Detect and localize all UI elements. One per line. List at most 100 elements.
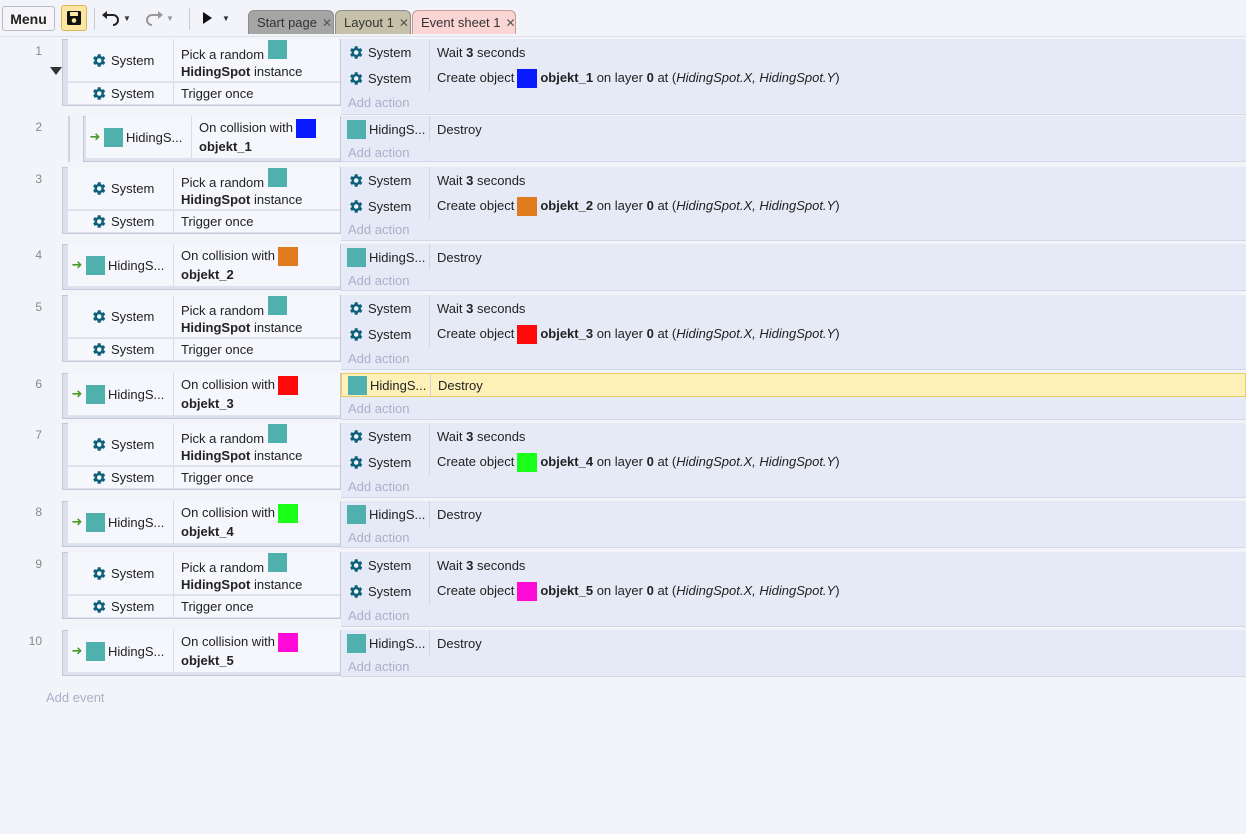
action-row[interactable]: HidingS... Destroy xyxy=(341,501,1246,527)
add-action-link[interactable]: Add action xyxy=(348,351,409,366)
condition-row[interactable]: System Pick a random HidingSpot instance xyxy=(68,167,340,210)
add-action-link[interactable]: Add action xyxy=(348,95,409,110)
close-icon[interactable]: ✕ xyxy=(322,16,332,30)
object-label: HidingS... xyxy=(370,377,427,393)
gear-icon xyxy=(347,583,364,600)
action-row[interactable]: System Create object objekt_2 on layer 0 … xyxy=(341,193,1246,219)
event-block[interactable]: 9 System Pick a random HidingSpot instan… xyxy=(0,552,1246,627)
chevron-down-icon[interactable]: ▼ xyxy=(166,14,174,23)
object-label: System xyxy=(368,326,412,342)
condition-row[interactable]: System Trigger once xyxy=(68,83,340,105)
condition-row[interactable]: System Pick a random HidingSpot instance xyxy=(68,423,340,466)
actions-area: System Wait 3 seconds System Create obje… xyxy=(341,423,1246,498)
add-action-link[interactable]: Add action xyxy=(348,659,409,674)
redo-button[interactable]: ▼ xyxy=(144,8,174,28)
undo-button[interactable]: ▼ xyxy=(101,8,131,28)
action-row[interactable]: HidingS... Destroy xyxy=(341,116,1246,142)
add-action-link[interactable]: Add action xyxy=(348,530,409,545)
preview-button[interactable]: ▼ xyxy=(200,8,230,28)
event-block[interactable]: 10 ➜ HidingS... On collision with objekt… xyxy=(0,630,1246,677)
object-label: System xyxy=(111,470,155,485)
objekt-4-icon xyxy=(517,452,538,472)
action-row[interactable]: System Create object objekt_4 on layer 0 … xyxy=(341,449,1246,475)
action-label: seconds xyxy=(477,172,526,188)
condition-label: instance xyxy=(253,192,303,207)
condition-label: On collision with xyxy=(181,504,275,520)
condition-row[interactable]: System Trigger once xyxy=(68,211,340,233)
add-action-link[interactable]: Add action xyxy=(348,145,409,160)
tab-layout-1[interactable]: Layout 1 ✕ xyxy=(335,10,411,34)
event-block[interactable]: 8 ➜ HidingS... On collision with objekt_… xyxy=(0,501,1246,548)
action-row[interactable]: System Wait 3 seconds xyxy=(341,295,1246,321)
condition-row[interactable]: ➜ HidingS... On collision with objekt_2 xyxy=(68,244,340,287)
add-event-link[interactable]: Add event xyxy=(46,690,105,705)
action-row[interactable]: System Wait 3 seconds xyxy=(341,552,1246,578)
condition-row[interactable]: ➜ HidingS... On collision with objekt_4 xyxy=(68,501,340,544)
add-action-link[interactable]: Add action xyxy=(348,222,409,237)
event-block[interactable]: 7 System Pick a random HidingSpot instan… xyxy=(0,423,1246,498)
object-name: objekt_4 xyxy=(540,453,594,469)
add-action-link[interactable]: Add action xyxy=(348,608,409,623)
condition-row[interactable]: System Trigger once xyxy=(68,339,340,361)
save-button[interactable] xyxy=(61,5,87,31)
condition-row[interactable]: System Pick a random HidingSpot instance xyxy=(68,295,340,338)
tab-start-page[interactable]: Start page ✕ xyxy=(248,10,334,34)
condition-row[interactable]: ➜ HidingS... On collision with objekt_3 xyxy=(68,373,340,416)
close-icon[interactable]: ✕ xyxy=(506,16,516,30)
condition-label: On collision with xyxy=(181,247,275,263)
chevron-down-icon[interactable]: ▼ xyxy=(222,14,230,23)
close-icon[interactable]: ✕ xyxy=(399,16,409,30)
object-label: System xyxy=(368,172,412,188)
tab-event-sheet-1[interactable]: Event sheet 1 ✕ xyxy=(412,10,516,34)
actions-area: System Wait 3 seconds System Create obje… xyxy=(341,295,1246,370)
action-row[interactable]: System Create object objekt_3 on layer 0 … xyxy=(341,321,1246,347)
event-block[interactable]: 3 System Pick a random HidingSpot instan… xyxy=(0,167,1246,241)
action-row[interactable]: System Wait 3 seconds xyxy=(341,39,1246,65)
objekt-2-icon xyxy=(517,196,538,216)
actions-area: System Wait 3 seconds System Create obje… xyxy=(341,167,1246,241)
condition-text: Trigger once xyxy=(181,211,254,232)
action-row[interactable]: System Wait 3 seconds xyxy=(341,167,1246,193)
wait-value: 3 xyxy=(466,428,474,444)
condition-label: Trigger once xyxy=(181,599,254,614)
event-number: 10 xyxy=(28,634,42,648)
condition-object: ➜ HidingS... xyxy=(86,116,192,158)
chevron-down-icon[interactable]: ▼ xyxy=(123,14,131,23)
gear-icon xyxy=(347,326,364,343)
action-row[interactable]: System Create object objekt_1 on layer 0 … xyxy=(341,65,1246,91)
condition-row[interactable]: System Trigger once xyxy=(68,467,340,489)
hidingspot-icon xyxy=(267,168,287,187)
gear-icon xyxy=(347,557,364,574)
action-label: Wait xyxy=(437,44,463,60)
subevent-indent xyxy=(68,116,70,162)
action-row[interactable]: System Wait 3 seconds xyxy=(341,423,1246,449)
object-name: objekt_3 xyxy=(181,396,234,412)
event-block[interactable]: 1 System Pick a random HidingSpot instan… xyxy=(0,39,1246,115)
add-action-link[interactable]: Add action xyxy=(348,479,409,494)
menu-button[interactable]: Menu xyxy=(2,6,55,31)
add-action-link[interactable]: Add action xyxy=(348,401,409,416)
event-block[interactable]: 4 ➜ HidingS... On collision with objekt_… xyxy=(0,244,1246,291)
condition-row[interactable]: System Pick a random HidingSpot instance xyxy=(68,552,340,595)
gear-icon xyxy=(347,198,364,215)
layer-value: 0 xyxy=(646,325,654,341)
event-block[interactable]: 6 ➜ HidingS... On collision with objekt_… xyxy=(0,373,1246,420)
action-text: Destroy xyxy=(437,635,482,651)
coords-expression: HidingSpot.X, HidingSpot.Y xyxy=(676,197,836,213)
gear-icon xyxy=(347,172,364,189)
condition-row[interactable]: ➜ HidingS... On collision with objekt_1 xyxy=(86,116,340,159)
event-number: 9 xyxy=(35,557,42,571)
hidingspot-icon xyxy=(86,384,105,404)
action-object: System xyxy=(341,193,430,219)
condition-row[interactable]: System Pick a random HidingSpot instance xyxy=(68,39,340,82)
event-block[interactable]: 2 ➜ HidingS... On collision with objekt_… xyxy=(0,116,1246,162)
condition-row[interactable]: System Trigger once xyxy=(68,596,340,618)
condition-text: Pick a random HidingSpot instance xyxy=(181,167,302,209)
action-row[interactable]: HidingS... Destroy xyxy=(341,630,1246,656)
event-block[interactable]: 5 System Pick a random HidingSpot instan… xyxy=(0,295,1246,370)
action-row-selected[interactable]: HidingS... Destroy xyxy=(341,373,1246,397)
action-row[interactable]: System Create object objekt_5 on layer 0 … xyxy=(341,578,1246,604)
action-row[interactable]: HidingS... Destroy xyxy=(341,244,1246,270)
condition-row[interactable]: ➜ HidingS... On collision with objekt_5 xyxy=(68,630,340,673)
add-action-link[interactable]: Add action xyxy=(348,273,409,288)
